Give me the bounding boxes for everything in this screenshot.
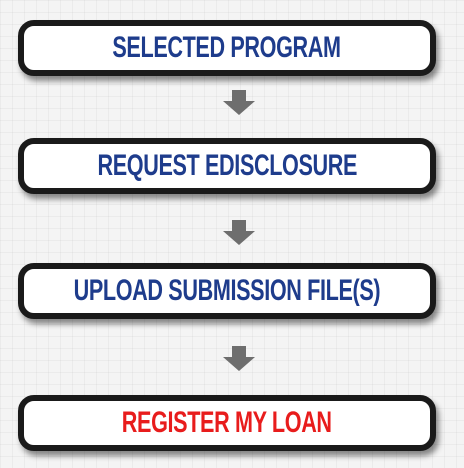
step-register-my-loan[interactable]: Register My Loan [18, 395, 436, 451]
step-selected-program[interactable]: Selected Program [18, 20, 436, 76]
arrow-down-icon [222, 90, 256, 116]
step-label: Request eDisclosure [97, 149, 357, 182]
step-label: Register My Loan [122, 406, 332, 439]
arrow-down-icon [222, 346, 256, 372]
arrow-down-icon [222, 220, 256, 246]
step-upload-submission-files[interactable]: Upload Submission File(s) [18, 263, 436, 319]
step-label: Selected Program [112, 31, 342, 64]
step-request-edisclosure[interactable]: Request eDisclosure [18, 138, 436, 194]
step-label: Upload Submission File(s) [73, 274, 381, 307]
